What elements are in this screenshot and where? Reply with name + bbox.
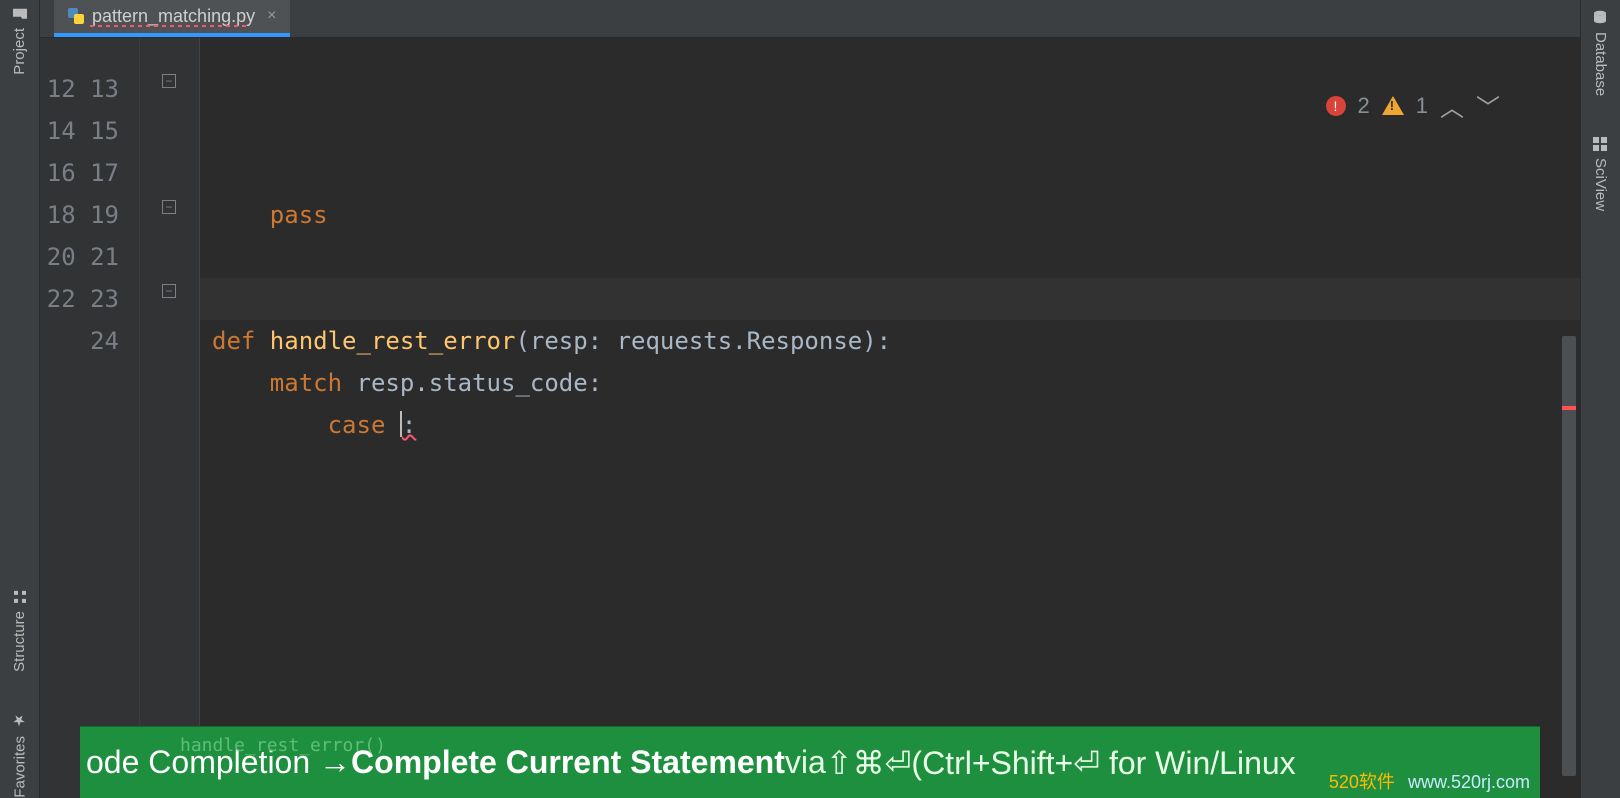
keyword: def xyxy=(212,327,270,355)
line-number-gutter: 12 13 14 15 16 17 18 19 20 21 22 23 24 xyxy=(40,38,140,798)
prev-highlight-icon[interactable]: ︿ xyxy=(1440,88,1464,123)
database-tool-tab[interactable]: Database xyxy=(1592,10,1609,96)
keyword: case xyxy=(328,411,400,439)
database-label: Database xyxy=(1592,32,1609,96)
code-text: (resp: requests.Response): xyxy=(515,327,891,355)
project-tool-tab[interactable]: Project xyxy=(11,6,28,75)
keyword: match xyxy=(270,369,357,397)
favorites-label: Favorites xyxy=(11,736,28,798)
favorites-tool-tab[interactable]: Favorites ★ xyxy=(11,712,29,798)
editor-tab[interactable]: pattern_matching.py × xyxy=(54,0,290,37)
fold-marker[interactable]: − xyxy=(162,200,176,214)
close-icon[interactable]: × xyxy=(267,7,276,25)
watermark-url: www.520rj.com xyxy=(1408,772,1530,792)
watermark: 520软件 www.520rj.com xyxy=(1329,768,1530,794)
error-icon: ! xyxy=(1326,96,1346,116)
watermark-cn: 520软件 xyxy=(1329,772,1395,792)
structure-icon xyxy=(11,589,28,605)
folder-icon xyxy=(11,6,28,22)
warning-icon xyxy=(1382,96,1404,115)
code-text: resp.status_code: xyxy=(357,369,603,397)
banner-shortcut-mac: ⇧⌘⏎ xyxy=(826,744,912,782)
fold-gutter: − − − xyxy=(140,38,200,798)
fold-marker[interactable]: − xyxy=(162,74,176,88)
database-icon xyxy=(1592,10,1609,26)
left-tool-rail: Project Structure Favorites ★ xyxy=(0,0,40,798)
python-file-icon xyxy=(68,8,84,24)
editor-area[interactable]: 12 13 14 15 16 17 18 19 20 21 22 23 24 −… xyxy=(40,38,1580,798)
warning-count: 1 xyxy=(1416,93,1428,119)
breadcrumb-ghost: handle_rest_error() xyxy=(180,735,386,756)
banner-via: via xyxy=(785,744,826,781)
fold-marker[interactable]: − xyxy=(162,284,176,298)
keyword: pass xyxy=(270,201,328,229)
next-highlight-icon[interactable]: ﹀ xyxy=(1476,88,1500,123)
code-content: pass def handle_rest_error(resp: request… xyxy=(212,194,1580,488)
code-text: : xyxy=(402,411,416,439)
sciview-label: SciView xyxy=(1592,158,1609,211)
function-name: handle_rest_error xyxy=(270,327,516,355)
project-label: Project xyxy=(11,28,28,75)
tip-banner: handle_rest_error() ode Completion → Com… xyxy=(80,726,1540,798)
error-count: 2 xyxy=(1358,93,1370,119)
banner-action: Complete Current Statement xyxy=(351,744,785,781)
window-root: Project Structure Favorites ★ pattern_ma… xyxy=(0,0,1620,798)
star-icon: ★ xyxy=(11,712,29,730)
inspection-widget[interactable]: ! 2 1 ︿ ﹀ xyxy=(1326,88,1501,123)
editor-tabbar: pattern_matching.py × xyxy=(40,0,1580,38)
sciview-tool-tab[interactable]: SciView xyxy=(1592,136,1609,211)
structure-label: Structure xyxy=(11,611,28,672)
banner-rest: (Ctrl+Shift+⏎ for Win/Linux xyxy=(911,744,1295,782)
code-editor[interactable]: pass def handle_rest_error(resp: request… xyxy=(200,38,1580,798)
editor-center: pattern_matching.py × 12 13 14 15 16 17 … xyxy=(40,0,1580,798)
grid-icon xyxy=(1592,136,1609,152)
structure-tool-tab[interactable]: Structure xyxy=(11,589,28,672)
right-tool-rail: Database SciView xyxy=(1580,0,1620,798)
tab-error-underline xyxy=(90,25,250,27)
tab-title: pattern_matching.py xyxy=(92,6,255,27)
